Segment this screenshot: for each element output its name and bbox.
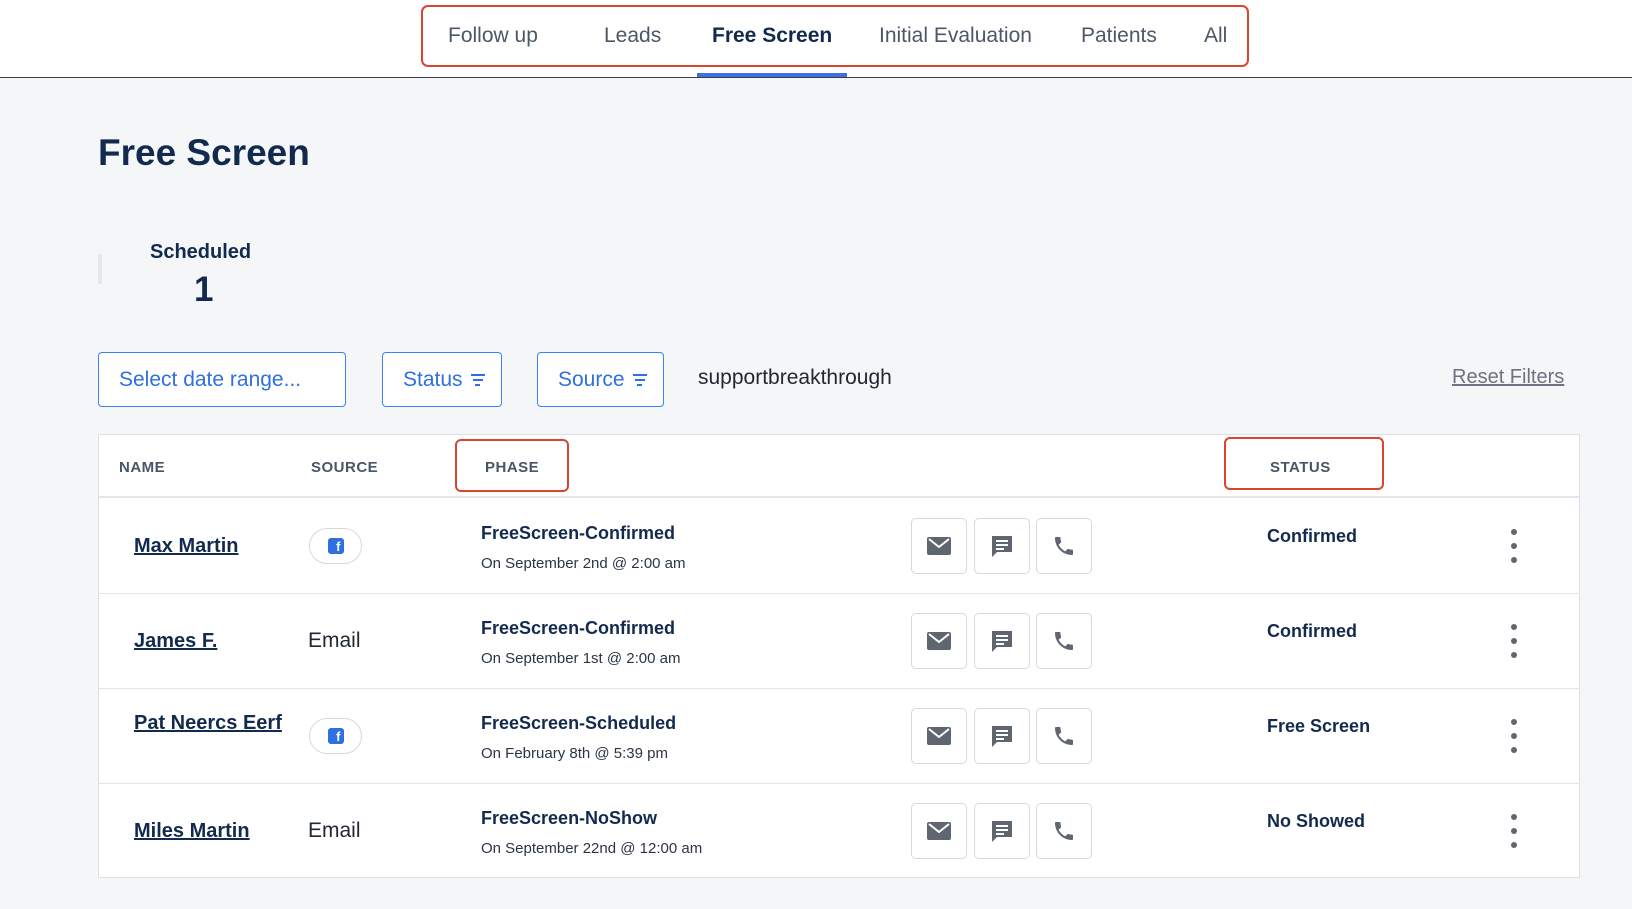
- status-label: Confirmed: [1267, 526, 1357, 546]
- mail-icon: [927, 632, 951, 650]
- status-filter-label: Status: [403, 367, 463, 391]
- call-button[interactable]: [1036, 803, 1092, 859]
- filter-icon: [470, 373, 485, 386]
- lead-name-link[interactable]: James F.: [134, 629, 294, 653]
- phase-date: On February 8th @ 5:39 pm: [481, 745, 668, 762]
- message-button[interactable]: [974, 803, 1030, 859]
- scheduled-stat-value: 1: [194, 270, 214, 309]
- phase-label: FreeScreen-Confirmed: [481, 618, 676, 638]
- tab-free-screen[interactable]: Free Screen: [712, 24, 832, 48]
- more-vertical-icon[interactable]: [1503, 529, 1525, 563]
- lead-name-link[interactable]: Miles Martin: [134, 819, 294, 843]
- table-row[interactable]: James F. Email FreeScreen-Confirmed On S…: [99, 594, 1579, 689]
- source-text: Email: [308, 819, 361, 842]
- email-button[interactable]: [911, 613, 967, 669]
- filter-icon: [632, 373, 647, 386]
- tab-leads[interactable]: Leads: [604, 24, 661, 48]
- message-button[interactable]: [974, 708, 1030, 764]
- organization-name: supportbreakthrough: [698, 366, 892, 389]
- mail-icon: [927, 822, 951, 840]
- tab-patients[interactable]: Patients: [1081, 24, 1157, 48]
- phone-icon: [1055, 727, 1073, 745]
- call-button[interactable]: [1036, 708, 1092, 764]
- status-label: Free Screen: [1267, 716, 1371, 736]
- source-text: Email: [308, 629, 361, 652]
- date-range-label: Select date range...: [119, 367, 302, 391]
- tab-all[interactable]: All: [1204, 24, 1227, 48]
- table-header: NAME SOURCE PHASE STATUS: [99, 435, 1579, 498]
- phone-icon: [1055, 822, 1073, 840]
- mail-icon: [927, 537, 951, 555]
- column-header-status[interactable]: STATUS: [1270, 459, 1331, 476]
- date-range-picker[interactable]: Select date range...: [98, 352, 346, 407]
- more-vertical-icon[interactable]: [1503, 719, 1525, 753]
- mail-icon: [927, 727, 951, 745]
- scheduled-stat-label: Scheduled: [150, 241, 252, 263]
- column-header-phase[interactable]: PHASE: [485, 459, 539, 476]
- more-vertical-icon[interactable]: [1503, 624, 1525, 658]
- message-icon: [992, 536, 1012, 557]
- message-icon: [992, 821, 1012, 842]
- phone-icon: [1055, 632, 1073, 650]
- phase-date: On September 22nd @ 12:00 am: [481, 840, 703, 857]
- tab-initial-evaluation[interactable]: Initial Evaluation: [879, 24, 1032, 48]
- message-icon: [992, 631, 1012, 652]
- facebook-icon: f: [327, 728, 344, 744]
- call-button[interactable]: [1036, 518, 1092, 574]
- facebook-icon: f: [327, 538, 344, 554]
- message-icon: [992, 726, 1012, 747]
- column-header-source[interactable]: SOURCE: [311, 459, 378, 476]
- source-badge: f: [309, 528, 362, 564]
- leads-table: NAME SOURCE PHASE STATUS Max Martin f Fr…: [98, 434, 1580, 878]
- active-tab-indicator: [697, 73, 847, 77]
- lead-name-link[interactable]: Pat Neercs Eerf: [134, 711, 294, 735]
- table-row[interactable]: Miles Martin Email FreeScreen-NoShow On …: [99, 784, 1579, 879]
- reset-filters-link[interactable]: Reset Filters: [1452, 366, 1564, 389]
- phase-date: On September 1st @ 2:00 am: [481, 650, 681, 667]
- phase-date: On September 2nd @ 2:00 am: [481, 555, 686, 572]
- email-button[interactable]: [911, 708, 967, 764]
- phone-icon: [1055, 537, 1073, 555]
- call-button[interactable]: [1036, 613, 1092, 669]
- tab-follow-up[interactable]: Follow up: [448, 24, 538, 48]
- source-filter-button[interactable]: Source: [537, 352, 664, 407]
- status-label: Confirmed: [1267, 621, 1357, 641]
- column-header-name[interactable]: NAME: [119, 459, 165, 476]
- more-vertical-icon[interactable]: [1503, 814, 1525, 848]
- stat-divider: [98, 254, 102, 284]
- message-button[interactable]: [974, 613, 1030, 669]
- message-button[interactable]: [974, 518, 1030, 574]
- table-row[interactable]: Max Martin f FreeScreen-Confirmed On Sep…: [99, 499, 1579, 594]
- lead-name-link[interactable]: Max Martin: [134, 534, 294, 558]
- page-title: Free Screen: [98, 132, 310, 173]
- top-navigation: Follow up Leads Free Screen Initial Eval…: [0, 0, 1632, 78]
- status-filter-button[interactable]: Status: [382, 352, 502, 407]
- email-button[interactable]: [911, 518, 967, 574]
- source-filter-label: Source: [558, 367, 625, 391]
- phase-label: FreeScreen-NoShow: [481, 808, 658, 828]
- phase-label: FreeScreen-Scheduled: [481, 713, 677, 733]
- status-label: No Showed: [1267, 811, 1365, 831]
- source-badge: f: [309, 718, 362, 754]
- table-row[interactable]: Pat Neercs Eerf f FreeScreen-Scheduled O…: [99, 689, 1579, 784]
- email-button[interactable]: [911, 803, 967, 859]
- phase-label: FreeScreen-Confirmed: [481, 523, 676, 543]
